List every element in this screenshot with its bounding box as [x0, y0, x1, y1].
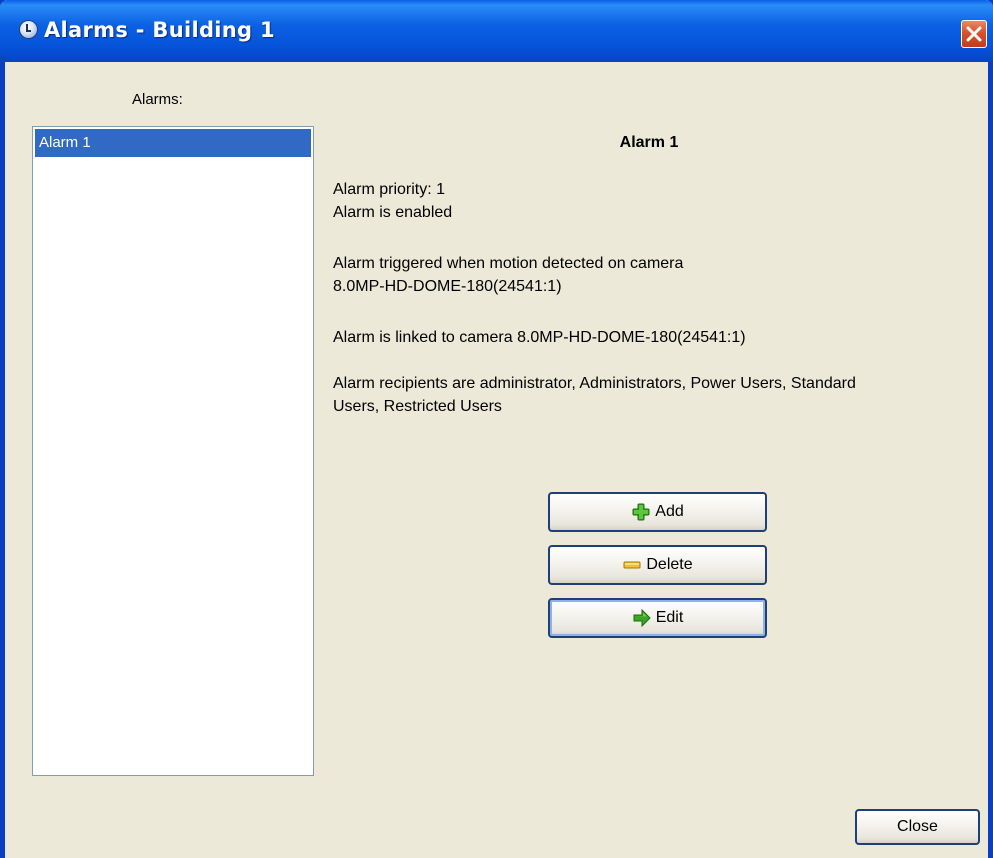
close-icon [966, 26, 982, 42]
alarm-recipients-text-cont: Users, Restricted Users [333, 398, 502, 415]
alarm-enabled-text: Alarm is enabled [333, 204, 453, 221]
title-bar[interactable]: Alarms - Building 1 [0, 0, 993, 62]
window-title: Alarms - Building 1 [44, 18, 275, 42]
plus-icon [632, 503, 650, 521]
alarm-trigger-text: Alarm triggered when motion detected on … [333, 255, 684, 272]
alarm-trigger-camera-text: 8.0MP-HD-DOME-180(24541:1) [333, 278, 562, 295]
clock-icon [20, 21, 37, 38]
delete-button[interactable]: Delete [548, 545, 767, 585]
arrow-right-icon [633, 608, 651, 628]
minus-icon [623, 561, 641, 569]
edit-button-label: Edit [655, 609, 684, 626]
alarms-list-label: Alarms: [132, 91, 183, 108]
add-button-label: Add [655, 503, 684, 520]
alarm-detail-title: Alarm 1 [619, 134, 679, 151]
alarm-list[interactable]: Alarm 1 [32, 126, 314, 776]
edit-button[interactable]: Edit [548, 598, 767, 638]
alarm-linked-camera-text: Alarm is linked to camera 8.0MP-HD-DOME-… [333, 329, 746, 346]
close-button[interactable]: Close [855, 809, 980, 845]
alarm-priority-text: Alarm priority: 1 [333, 181, 446, 198]
window-close-button[interactable] [961, 20, 987, 48]
delete-button-label: Delete [646, 556, 693, 573]
alarm-recipients-text: Alarm recipients are administrator, Admi… [333, 375, 856, 392]
list-item-alarm-1[interactable]: Alarm 1 [35, 129, 311, 157]
add-button[interactable]: Add [548, 492, 767, 532]
alarms-window: Alarms - Building 1 Alarms: Alarm 1 Alar… [0, 0, 993, 858]
